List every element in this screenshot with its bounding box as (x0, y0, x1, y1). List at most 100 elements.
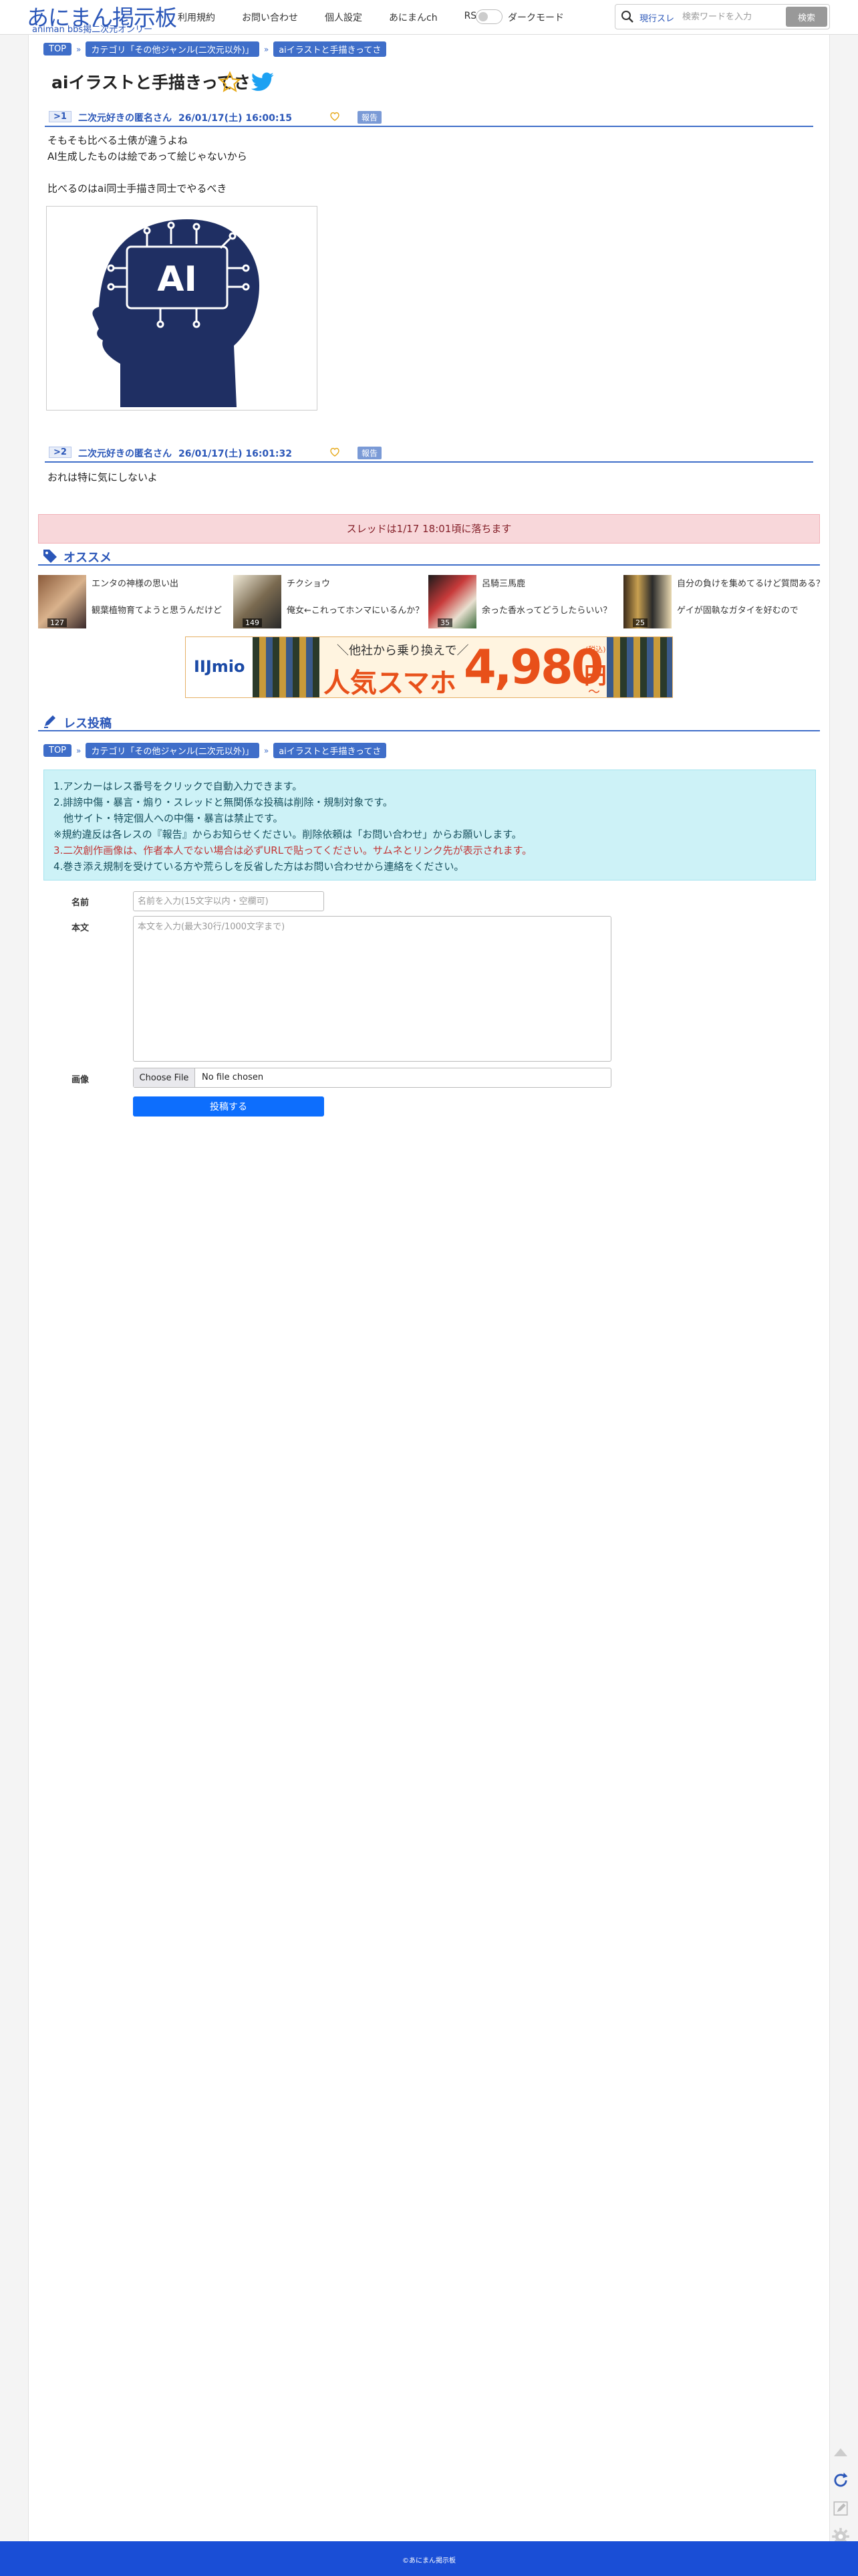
recommend-title[interactable]: エンタの神様の思い出 (92, 576, 178, 589)
post-date: 26/01/17(土) 16:01:32 (178, 449, 292, 459)
ad-banner[interactable]: IIJmio ＼他社から乗り換えで／ 人気スマホ 4,980 円 (税込) 〜 (185, 636, 673, 698)
toggle-knob (478, 12, 488, 21)
rule-line: 1.アンカーはレス番号をクリックで自動入力できます。 (53, 780, 303, 792)
breadcrumb-thread[interactable]: aiイラストと手描きってさ (273, 41, 387, 57)
breadcrumb-category[interactable]: カテゴリ「その他ジャンル(二次元以外)」 (86, 41, 259, 57)
logo-sub: animan bbs掲二次元オンリー (32, 25, 153, 35)
image-file-input[interactable]: Choose File No file chosen (133, 1068, 611, 1088)
post-number[interactable]: >1 (49, 111, 72, 122)
post-author: 二次元好きの匿名さん (78, 113, 172, 124)
search-input[interactable] (682, 9, 781, 25)
twitter-icon[interactable] (251, 72, 275, 92)
name-label: 名前 (72, 898, 90, 908)
post-date: 26/01/17(土) 16:00:15 (178, 113, 292, 124)
dark-mode-toggle[interactable] (476, 9, 503, 24)
breadcrumb-separator: » (76, 44, 82, 54)
breadcrumb-separator: » (263, 745, 269, 755)
copyright: ©あにまん掲示板 (402, 2557, 456, 2565)
post-body: そもそも比べる土俵が違うよね AI生成したものは絵であって絵じゃないから 比べる… (47, 132, 247, 197)
recommend-header: オススメ (38, 546, 820, 566)
rule-line: 他サイト・特定個人への中傷・暴言は禁止です。 (53, 812, 283, 824)
recommend-item[interactable]: 25 自分の負けを集めてるけど質問ある？ ゲイが固執なガタイを好むので (623, 575, 825, 628)
star-icon[interactable] (219, 71, 241, 94)
report-button[interactable]: 報告 (358, 111, 382, 124)
recommend-thumbnail[interactable]: 35 (428, 575, 476, 628)
footer: ©あにまん掲示板 (0, 2541, 858, 2576)
recommend-item[interactable]: 127 エンタの神様の思い出 観葉植物育てようと思うんだけど (38, 575, 232, 628)
site-logo[interactable]: あにまん掲示板 animan bbs掲二次元オンリー (27, 0, 177, 35)
rule-line: ※規約違反は各レスの『報告』からお知らせください。削除依頼は「お問い合わせ」から… (53, 828, 522, 840)
body-label: 本文 (72, 923, 90, 933)
post-line (47, 164, 247, 181)
ad-phones-right (607, 637, 672, 697)
reload-button[interactable] (829, 2468, 853, 2492)
arrow-up-icon (834, 2448, 847, 2456)
heart-icon[interactable] (329, 111, 340, 122)
breadcrumb-bottom: TOP » カテゴリ「その他ジャンル(二次元以外)」 » aiイラストと手描きっ… (43, 743, 387, 758)
report-button[interactable]: 報告 (358, 447, 382, 459)
breadcrumb-top[interactable]: TOP (43, 744, 72, 757)
choose-file-button[interactable]: Choose File (134, 1068, 195, 1087)
recommend-title[interactable]: 観葉植物育てようと思うんだけど (92, 603, 222, 616)
edit-button[interactable] (829, 2496, 853, 2521)
ad-price: 4,980 (464, 640, 603, 695)
breadcrumb-category[interactable]: カテゴリ「その他ジャンル(二次元以外)」 (86, 743, 259, 758)
refresh-icon (834, 2472, 848, 2487)
top-nav: 利用規約 お問い合わせ 個人設定 あにまんch RSS (178, 11, 509, 24)
nav-terms[interactable]: 利用規約 (178, 11, 215, 24)
name-field[interactable] (133, 891, 324, 911)
search-scope[interactable]: 現行スレ (639, 11, 674, 24)
nav-animanch[interactable]: あにまんch (389, 11, 438, 24)
recommend-item[interactable]: 35 呂騎三馬鹿 余った香水ってどうしたらいい？ (428, 575, 622, 628)
post-author: 二次元好きの匿名さん (78, 449, 172, 459)
header: あにまん掲示板 animan bbs掲二次元オンリー 利用規約 お問い合わせ 個… (0, 0, 858, 35)
breadcrumb: TOP » カテゴリ「その他ジャンル(二次元以外)」 » aiイラストと手描きっ… (43, 41, 387, 57)
ad-headline: 人気スマホ (323, 668, 456, 698)
post-image[interactable]: AI (46, 206, 317, 411)
recommend-title[interactable]: 余った香水ってどうしたらいい？ (482, 603, 611, 616)
search-bar: 現行スレ 検索 (615, 4, 830, 29)
recommend-title[interactable]: チクショウ (287, 576, 330, 589)
submit-button[interactable]: 投稿する (133, 1096, 324, 1117)
post-line: AI生成したものは絵であって絵じゃないから (47, 150, 247, 162)
file-status: No file chosen (202, 1072, 264, 1082)
recommend-title[interactable]: 自分の負けを集めてるけど質問ある？ (677, 576, 825, 589)
recommend-title[interactable]: 俺女←これってホンマにいるんか？ (287, 603, 424, 616)
breadcrumb-top[interactable]: TOP (43, 43, 72, 55)
reply-label: レス投稿 (63, 717, 112, 731)
floating-buttons (829, 2440, 855, 2553)
post-line: そもそも比べる土俵が違うよね (47, 134, 188, 146)
recommend-title[interactable]: ゲイが固執なガタイを好むので (677, 603, 799, 616)
recommend-title[interactable]: 呂騎三馬鹿 (482, 576, 525, 589)
image-label: 画像 (72, 1075, 90, 1085)
post-line: おれは特に気にしないよ (47, 471, 158, 483)
drop-notice: スレッドは1/17 18:01頃に落ちます (38, 514, 820, 544)
body-field[interactable] (133, 916, 611, 1062)
breadcrumb-separator: » (263, 44, 269, 54)
search-icon (621, 11, 633, 23)
recommend-thumbnail[interactable]: 25 (623, 575, 672, 628)
breadcrumb-separator: » (76, 745, 82, 755)
ai-image-label: AI (157, 259, 197, 300)
search-button[interactable]: 検索 (786, 7, 827, 27)
reply-count: 35 (438, 618, 452, 627)
scroll-top-button[interactable] (829, 2440, 853, 2464)
post-number[interactable]: >2 (49, 447, 72, 458)
reply-count: 127 (47, 618, 67, 627)
nav-contact[interactable]: お問い合わせ (242, 11, 298, 24)
heart-icon[interactable] (329, 447, 340, 457)
nav-settings[interactable]: 個人設定 (325, 11, 362, 24)
reply-count: 25 (633, 618, 648, 627)
pencil-icon (44, 715, 55, 728)
rule-line: 4.巻き添え規制を受けている方や荒らしを反省した方はお問い合わせから連絡をくださ… (53, 860, 464, 872)
ad-catch: ＼他社から乗り換えで／ (337, 644, 469, 658)
breadcrumb-thread[interactable]: aiイラストと手描きってさ (273, 743, 387, 758)
recommend-item[interactable]: 149 チクショウ 俺女←これってホンマにいるんか？ (233, 575, 427, 628)
recommend-thumbnail[interactable]: 127 (38, 575, 86, 628)
recommend-thumbnail[interactable]: 149 (233, 575, 281, 628)
edit-icon (833, 2501, 848, 2516)
rule-line: 3.二次創作画像は、作者本人でない場合は必ずURLで貼ってください。サムネとリン… (53, 844, 533, 856)
post-body: おれは特に気にしないよ (47, 469, 158, 485)
ai-head-illustration: AI (92, 219, 259, 407)
tag-icon (43, 550, 57, 563)
